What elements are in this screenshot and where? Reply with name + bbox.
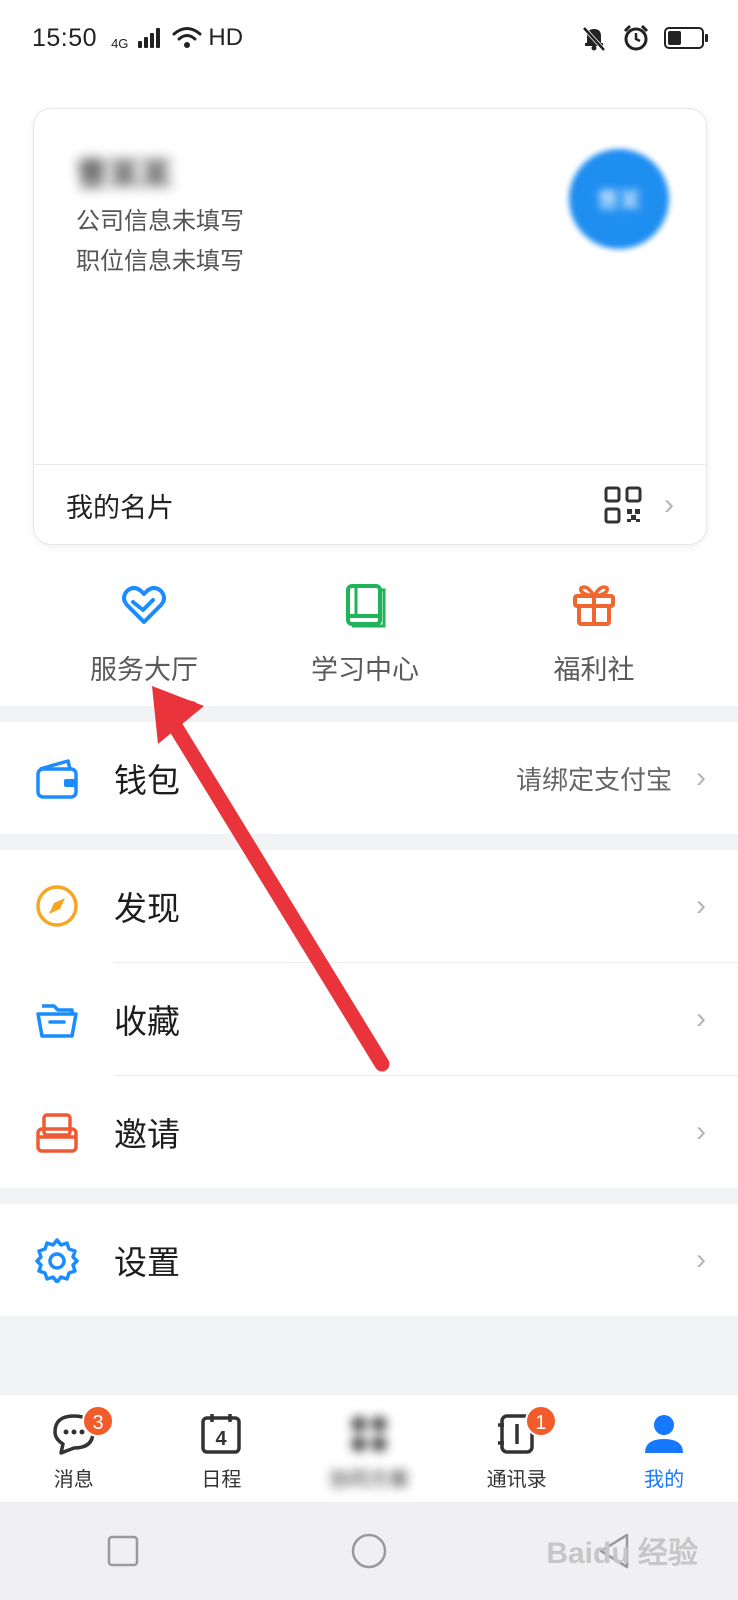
wallet-icon xyxy=(36,759,78,799)
quick-service-hall[interactable]: 服务大厅 xyxy=(44,580,244,687)
book-icon xyxy=(346,584,386,628)
hd-label: HD xyxy=(208,24,244,51)
menu-discover[interactable]: 发现 › xyxy=(0,850,738,962)
tab-label: 我的 xyxy=(644,1469,685,1491)
tab-messages[interactable]: 消息 3 xyxy=(0,1395,148,1502)
tab-label: 协同方案 xyxy=(328,1469,409,1491)
my-card-row[interactable]: 我的名片 › xyxy=(34,465,706,544)
compass-icon xyxy=(36,885,78,927)
chevron-right-icon: › xyxy=(664,488,674,521)
menu-label: 钱包 xyxy=(114,762,180,799)
menu-label: 邀请 xyxy=(114,1116,180,1153)
calendar-icon: 4 xyxy=(201,1414,242,1454)
chevron-right-icon: › xyxy=(696,1115,706,1148)
menu-favorites[interactable]: 收藏 › xyxy=(0,963,738,1075)
menu-label: 发现 xyxy=(114,890,180,927)
tab-schedule[interactable]: 4 日程 xyxy=(148,1395,296,1502)
battery-icon xyxy=(664,27,708,49)
mute-bell-icon xyxy=(582,26,606,52)
chevron-right-icon: › xyxy=(696,1002,706,1035)
menu-wallet[interactable]: 钱包 请绑定支付宝 › xyxy=(0,722,738,834)
profile-company: 公司信息未填写 xyxy=(76,208,244,235)
menu-invite[interactable]: 邀请 › xyxy=(0,1076,738,1188)
watermark: Baidu 经验 xyxy=(546,1537,698,1570)
menu-label: 设置 xyxy=(114,1244,180,1281)
my-card-label: 我的名片 xyxy=(66,492,174,523)
tab-label: 消息 xyxy=(53,1469,94,1491)
quick-label: 福利社 xyxy=(553,655,635,685)
apps-icon xyxy=(350,1416,387,1452)
wallet-bind-hint: 请绑定支付宝 xyxy=(515,764,672,795)
status-left: 15:50 4G HD xyxy=(32,24,243,53)
wifi-icon xyxy=(172,27,202,48)
heart-hands-icon xyxy=(122,586,166,624)
section-gap xyxy=(0,706,738,722)
tab-label: 通讯录 xyxy=(486,1469,547,1491)
quick-welfare[interactable]: 福利社 xyxy=(494,580,694,687)
chevron-right-icon: › xyxy=(696,889,706,922)
profile-position: 职位信息未填写 xyxy=(76,248,244,275)
tab-me[interactable]: 我的 xyxy=(590,1395,738,1502)
status-bar: 15:50 4G HD xyxy=(0,0,738,76)
gear-icon xyxy=(35,1238,79,1283)
bottom-tab-bar: 消息 3 4 日程 协同方案 通讯录 1 我的 xyxy=(0,1394,738,1502)
home-button[interactable] xyxy=(349,1531,389,1571)
chevron-right-icon: › xyxy=(696,761,706,794)
signal-icon xyxy=(138,28,161,48)
network-label: 4G xyxy=(111,35,129,51)
profile-card[interactable]: 曹某某 公司信息未填写 职位信息未填写 曹某 我的名片 › xyxy=(33,108,707,545)
quick-label: 学习中心 xyxy=(311,655,419,685)
profile-info[interactable]: 曹某某 公司信息未填写 职位信息未填写 曹某 xyxy=(34,109,706,465)
person-icon xyxy=(645,1415,684,1453)
unread-badge: 3 xyxy=(82,1405,114,1437)
envelope-icon xyxy=(36,1113,78,1153)
qr-code-icon[interactable] xyxy=(604,486,642,524)
tab-apps[interactable]: 协同方案 xyxy=(295,1395,443,1502)
tab-label: 日程 xyxy=(201,1469,242,1491)
section-gap xyxy=(0,1188,738,1204)
chevron-right-icon: › xyxy=(696,1243,706,1276)
avatar-text: 曹某 xyxy=(596,188,641,213)
section-gap xyxy=(0,834,738,850)
section-gap xyxy=(0,1316,738,1394)
tab-contacts[interactable]: 通讯录 1 xyxy=(443,1395,591,1502)
status-right xyxy=(580,24,708,52)
recents-button[interactable] xyxy=(103,1531,143,1571)
avatar[interactable]: 曹某 xyxy=(569,149,669,249)
quick-learning-center[interactable]: 学习中心 xyxy=(265,580,465,687)
unread-badge: 1 xyxy=(524,1405,557,1437)
quick-label: 服务大厅 xyxy=(90,655,198,685)
alarm-icon xyxy=(623,24,649,51)
quick-actions: 服务大厅 学习中心 福利社 xyxy=(0,580,738,692)
menu-settings[interactable]: 设置 › xyxy=(0,1204,738,1316)
menu-label: 收藏 xyxy=(114,1003,180,1040)
status-time: 15:50 xyxy=(32,23,98,52)
folder-icon xyxy=(36,1004,78,1038)
profile-name: 曹某某 xyxy=(76,156,173,192)
calendar-day: 4 xyxy=(216,1428,228,1450)
gift-icon xyxy=(573,585,615,626)
